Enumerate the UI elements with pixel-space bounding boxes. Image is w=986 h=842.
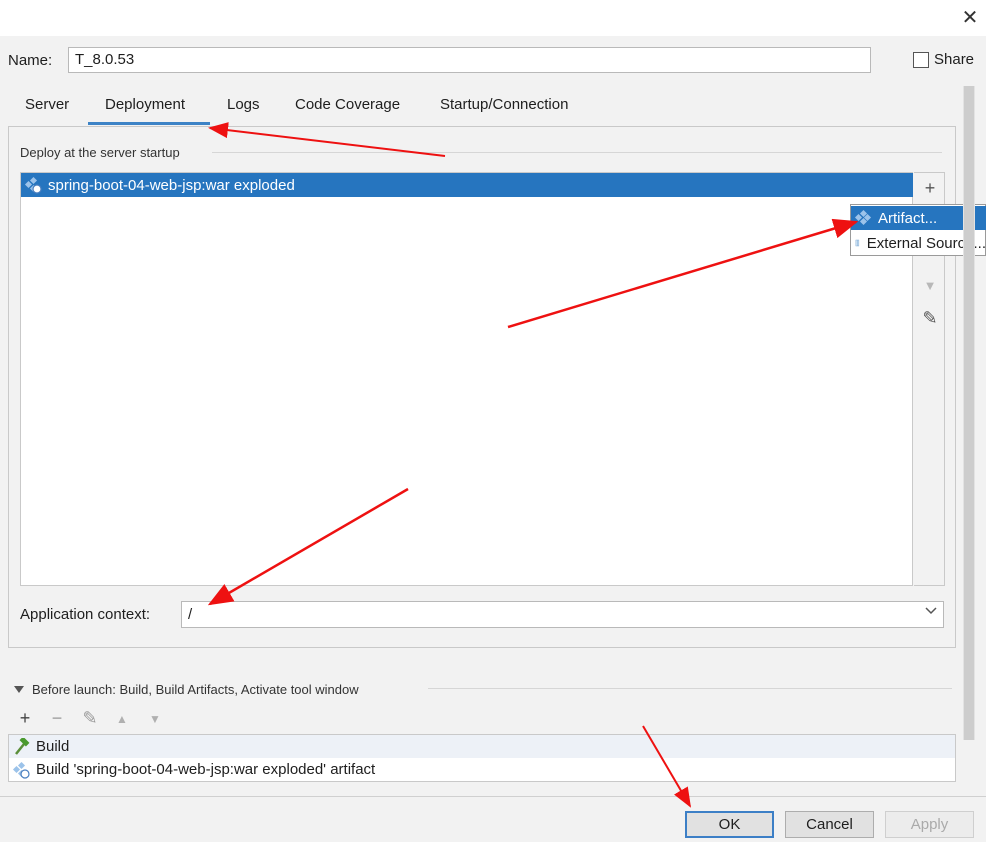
arrow-to-app-context: [207, 487, 409, 606]
arrow-to-deployment-tab: [208, 122, 446, 157]
annotation-arrows: [207, 122, 859, 808]
arrow-to-artifact-menu: [507, 218, 859, 329]
arrow-to-ok-button: [642, 725, 692, 808]
